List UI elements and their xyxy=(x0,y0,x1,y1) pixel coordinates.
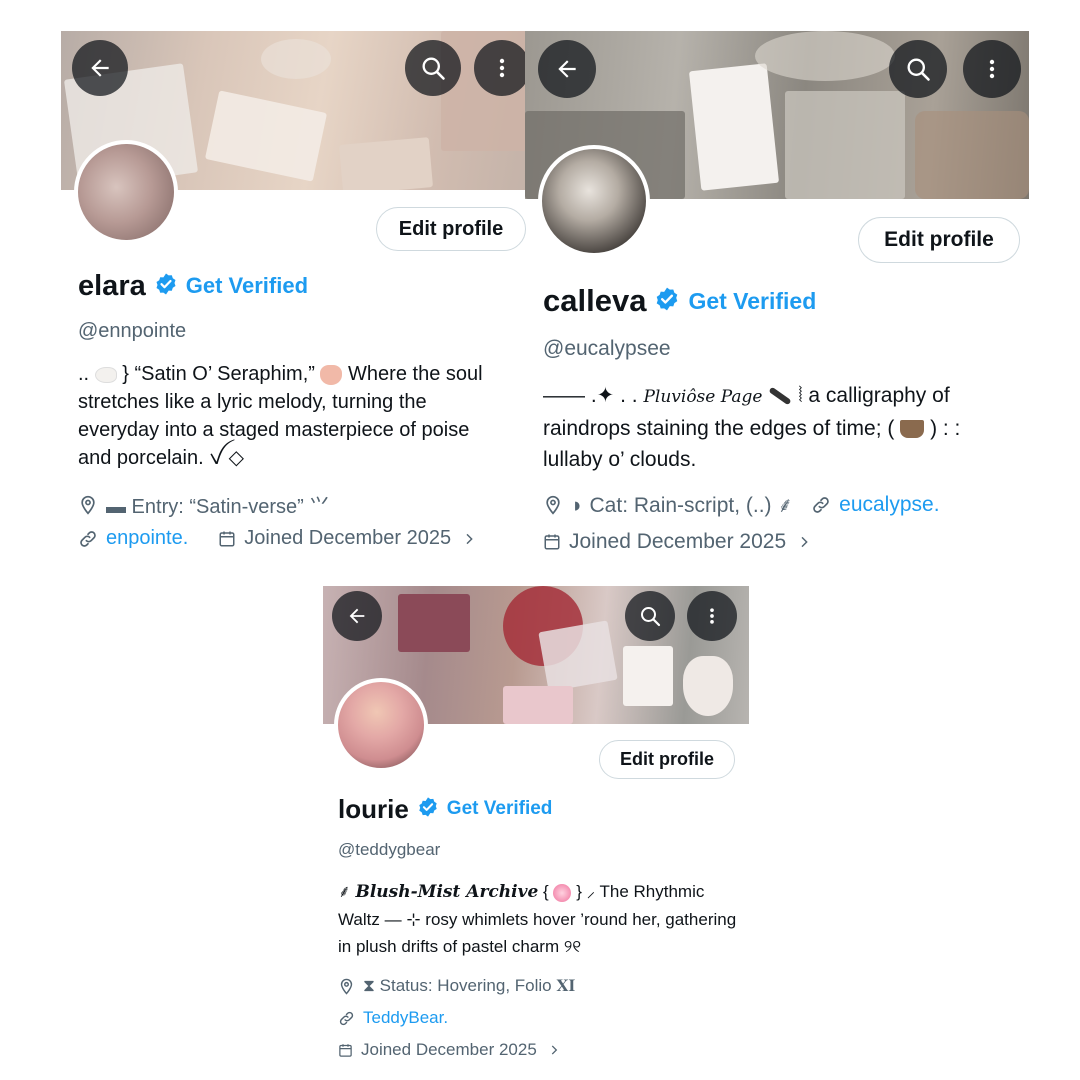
more-vertical-icon xyxy=(989,59,995,79)
display-name: calleva xyxy=(543,283,647,318)
get-verified-link[interactable]: Get Verified xyxy=(688,288,816,315)
edit-profile-button[interactable]: Edit profile xyxy=(599,740,735,779)
chevron-right-icon[interactable] xyxy=(547,1043,561,1057)
verified-badge-icon xyxy=(654,286,680,317)
get-verified-link[interactable]: Get Verified xyxy=(447,798,553,820)
profile-card-calleva: Edit profile calleva Get Verified @eucal… xyxy=(0,0,1080,560)
search-button[interactable] xyxy=(625,591,675,641)
location-text: ◗ Cat: Rain-script, (..) ⸙ xyxy=(571,494,794,517)
bio: ⸙ Blush-Mist Archive { } ⸝ The Rhythmic … xyxy=(338,882,737,956)
link-icon xyxy=(811,495,831,515)
avatar[interactable] xyxy=(538,145,650,257)
display-name: lourie xyxy=(338,793,409,824)
back-arrow-icon xyxy=(349,608,365,624)
location-text: ⧗ Status: Hovering, Folio 𝐗𝐈 xyxy=(363,976,576,995)
name-row: lourie Get Verified xyxy=(338,792,552,826)
search-button[interactable] xyxy=(889,40,947,98)
chevron-right-icon[interactable] xyxy=(796,534,812,550)
bio: —— .✦ . . Pluviôse Page ⦚ a calligraphy … xyxy=(543,384,961,471)
verified-badge-icon xyxy=(417,796,439,823)
back-button[interactable] xyxy=(332,591,382,641)
joined-date: Joined December 2025 xyxy=(569,530,787,553)
more-vertical-icon xyxy=(710,608,714,624)
back-arrow-icon xyxy=(558,60,576,78)
pen-icon xyxy=(768,387,792,406)
back-button[interactable] xyxy=(538,40,596,98)
username: @eucalypsee xyxy=(543,337,671,360)
website-link[interactable]: eucalypse. xyxy=(839,493,939,517)
location-row: ⧗ Status: Hovering, Folio 𝐗𝐈 xyxy=(338,976,575,996)
location-pin-icon xyxy=(338,978,355,995)
name-row: calleva Get Verified xyxy=(543,281,816,321)
more-button[interactable] xyxy=(687,591,737,641)
link-row: TeddyBear. xyxy=(338,1008,448,1028)
edit-profile-button[interactable]: Edit profile xyxy=(858,217,1020,263)
header-banner xyxy=(323,586,749,724)
joined-date: Joined December 2025 xyxy=(361,1040,537,1059)
cherry-blossom-emoji-icon xyxy=(553,883,572,902)
search-icon xyxy=(907,58,930,81)
calendar-icon xyxy=(543,533,561,551)
date-row: Joined December 2025 xyxy=(543,530,812,554)
location-pin-icon xyxy=(543,495,563,515)
calendar-icon xyxy=(338,1043,353,1058)
website-link[interactable]: TeddyBear. xyxy=(363,1008,448,1028)
avatar[interactable] xyxy=(334,678,428,772)
username: @teddygbear xyxy=(338,840,441,859)
search-icon xyxy=(641,607,661,627)
link-icon xyxy=(338,1010,355,1027)
basket-emoji-icon xyxy=(900,420,925,439)
more-button[interactable] xyxy=(963,40,1021,98)
date-row: Joined December 2025 xyxy=(338,1040,561,1060)
location-link-row: ◗ Cat: Rain-script, (..) ⸙ eucalypse. xyxy=(543,491,940,519)
